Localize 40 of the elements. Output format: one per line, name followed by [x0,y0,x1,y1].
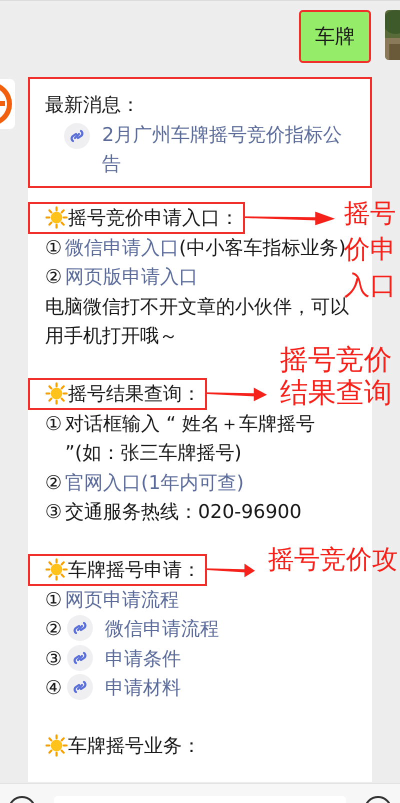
link-icon [67,674,94,700]
link[interactable]: 2月广州车牌摇号竞价指标公告 [102,120,352,180]
item-text: 交通服务热线：020-96900 [65,500,302,525]
sun-icon [45,206,68,229]
link[interactable]: 申请材料 [105,677,182,699]
item-number: ① [45,236,62,258]
link-icon [64,122,90,148]
section-heading: 车牌摇号申请： [28,554,207,586]
annotation-text: 摇号 [344,198,396,230]
item-text: 对话框输入 “ 姓名＋车牌摇号 ”(如：张三车牌摇号) [65,412,316,466]
item-number: ② [45,266,62,288]
link-icon [67,644,94,670]
annotation-text: 摇号竞价攻 [268,544,398,576]
link[interactable]: 官网入口(1年内可查) [65,472,244,494]
item-number: ① [45,588,62,610]
sun-icon [45,382,68,405]
item-number: ④ [45,677,62,699]
item-text: (中小客车指标业务) [179,236,346,258]
section-heading: 车牌摇号业务： [28,730,207,762]
message-bubble: 车牌 [299,10,371,63]
annotation-text: 结果查询 [280,376,392,408]
link[interactable]: 申请条件 [105,648,182,670]
item-number: ② [45,618,62,640]
latest-label: 最新消息： [45,93,141,118]
item-number: ① [45,412,62,436]
link-icon [67,615,94,641]
link[interactable]: 网页版申请入口 [65,266,198,288]
arrow [207,562,255,578]
sun-icon [45,558,68,581]
link[interactable]: 微信申请流程 [105,618,220,640]
sun-icon [45,734,68,757]
link[interactable]: 网页申请流程 [65,588,180,610]
item-number: ② [45,472,62,494]
section-heading: 摇号结果查询： [28,378,207,410]
arrow [207,386,267,402]
item-number: ③ [45,500,62,525]
link[interactable]: 微信申请入口 [65,236,180,258]
section-heading: 摇号竞价申请入口： [28,202,245,234]
annotation-text: 价申 [344,234,396,266]
item-number: ③ [45,648,62,670]
